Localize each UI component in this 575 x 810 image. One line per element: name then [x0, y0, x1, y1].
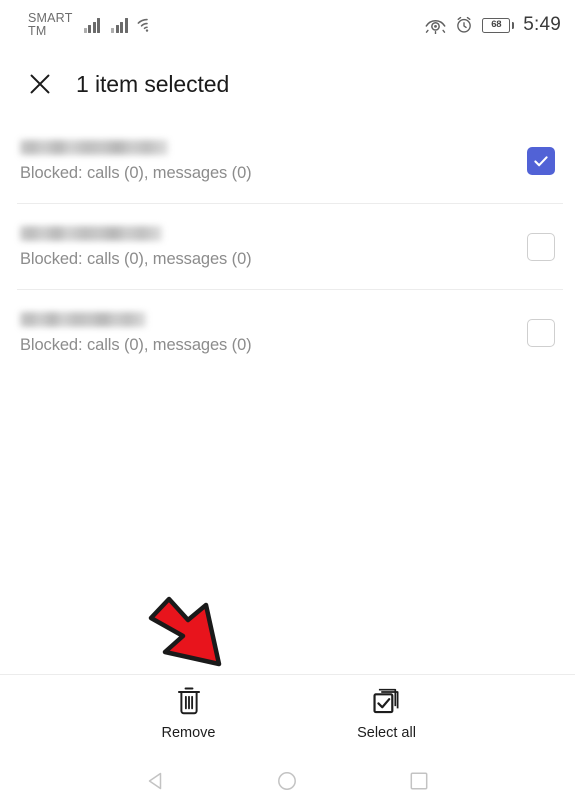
close-selection-button[interactable] [20, 64, 60, 104]
select-all-button[interactable]: Select all [327, 686, 447, 741]
trash-icon [177, 687, 200, 715]
checkmark-icon [534, 156, 548, 167]
phone-number-redacted [20, 139, 168, 155]
list-item[interactable]: Blocked: calls (0), messages (0) [0, 118, 575, 204]
list-item-checkbox[interactable] [527, 147, 555, 175]
remove-button[interactable]: Remove [129, 686, 249, 741]
list-item[interactable]: Blocked: calls (0), messages (0) [0, 204, 575, 290]
list-item-subtitle: Blocked: calls (0), messages (0) [20, 249, 252, 268]
app-bar: 1 item selected [0, 50, 575, 118]
red-arrow-annotation-icon [148, 596, 222, 667]
list-item-texts: Blocked: calls (0), messages (0) [20, 311, 527, 355]
cellular-signal-icon-2 [111, 17, 128, 33]
selection-toolbar: Remove Select all [0, 674, 575, 752]
nav-home-button[interactable] [264, 758, 310, 804]
nav-back-button[interactable] [133, 758, 179, 804]
eye-comfort-icon [425, 19, 446, 34]
select-all-icon [372, 688, 398, 714]
phone-number-redacted [20, 311, 146, 327]
page-title: 1 item selected [76, 70, 230, 97]
close-icon [30, 74, 50, 94]
list-item[interactable]: Blocked: calls (0), messages (0) [0, 290, 575, 376]
home-circle-icon [278, 772, 297, 790]
carrier-label: SMART TM [28, 10, 73, 38]
select-all-label: Select all [357, 725, 416, 741]
recents-square-icon [410, 772, 428, 790]
phone-number-redacted [20, 225, 162, 241]
status-bar: SMART TM 68 5:49 [0, 0, 575, 50]
list-item-checkbox[interactable] [527, 319, 555, 347]
nav-recents-button[interactable] [396, 758, 442, 804]
cellular-signal-icon [83, 17, 101, 33]
status-bar-left: SMART TM [28, 10, 157, 39]
blocked-numbers-list: Blocked: calls (0), messages (0) Blocked… [0, 118, 575, 376]
back-triangle-icon [148, 772, 162, 790]
list-item-checkbox[interactable] [527, 233, 555, 261]
list-item-subtitle: Blocked: calls (0), messages (0) [20, 335, 252, 354]
clock-label: 5:49 [523, 14, 561, 35]
battery-icon: 68 [482, 17, 515, 33]
status-bar-right: 68 5:49 [425, 14, 561, 36]
list-item-texts: Blocked: calls (0), messages (0) [20, 225, 527, 269]
wifi-icon [137, 18, 148, 32]
remove-label: Remove [161, 725, 216, 741]
alarm-clock-icon [457, 16, 472, 33]
phone-screen: SMART TM 68 5:49 1 item selected Blocked… [0, 0, 575, 810]
list-item-subtitle: Blocked: calls (0), messages (0) [20, 163, 252, 182]
battery-level-label: 68 [491, 19, 502, 31]
android-navigation-bar [0, 752, 575, 810]
list-item-texts: Blocked: calls (0), messages (0) [20, 139, 527, 183]
